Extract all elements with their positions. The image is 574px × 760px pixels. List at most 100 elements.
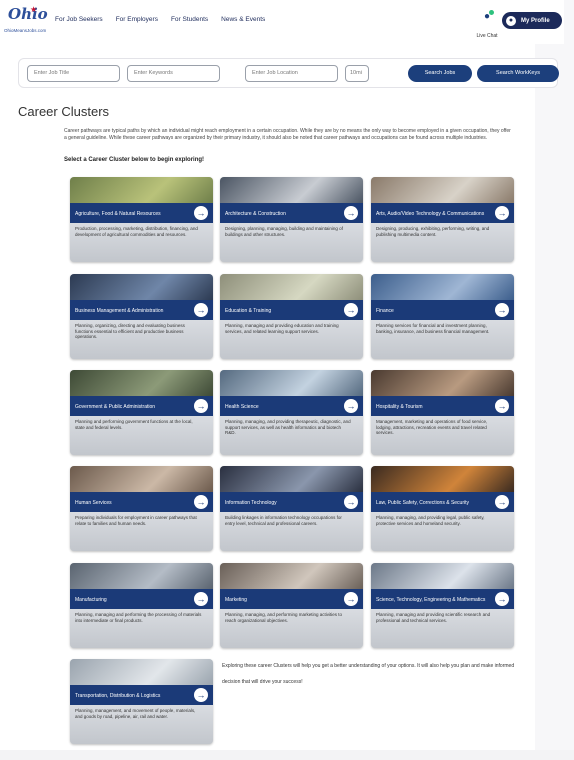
nav-employers[interactable]: For Employers bbox=[116, 16, 158, 23]
career-cluster-card[interactable]: Human Services → Preparing individuals for… bbox=[70, 466, 213, 551]
cluster-title-band: Manufacturing → bbox=[70, 589, 213, 609]
arrow-right-icon[interactable]: → bbox=[344, 495, 358, 509]
career-cluster-card[interactable]: Agriculture, Food & Natural Resources → Pr… bbox=[70, 177, 213, 262]
career-cluster-card[interactable]: Marketing → Planning, managing, and perfor… bbox=[220, 563, 363, 648]
cluster-description: Planning, managing and providing scienti… bbox=[376, 612, 491, 623]
cluster-photo bbox=[220, 466, 363, 492]
cluster-name: Science, Technology, Engineering & Mathe… bbox=[376, 597, 486, 603]
arrow-right-icon[interactable]: → bbox=[344, 303, 358, 317]
cluster-description: Designing, planning, managing, building … bbox=[225, 226, 343, 237]
cluster-photo bbox=[70, 563, 213, 589]
cluster-name: Marketing bbox=[225, 597, 247, 603]
logo-mark: Ohio bbox=[8, 5, 48, 23]
cluster-description: Preparing individuals for employment in … bbox=[75, 515, 197, 526]
cluster-name: Finance bbox=[376, 308, 394, 314]
cluster-photo bbox=[70, 659, 213, 685]
arrow-right-icon[interactable]: → bbox=[495, 206, 509, 220]
keywords-input[interactable]: Enter Keywords bbox=[127, 65, 220, 82]
page-footer-gap bbox=[0, 750, 574, 760]
cluster-name: Information Technology bbox=[225, 500, 277, 506]
cluster-name: Business Management & Administration bbox=[75, 308, 164, 314]
cluster-title-band: Science, Technology, Engineering & Mathe… bbox=[371, 589, 514, 609]
arrow-right-icon[interactable]: → bbox=[194, 688, 208, 702]
cluster-title-band: Health Science → bbox=[220, 396, 363, 416]
arrow-right-icon[interactable]: → bbox=[344, 399, 358, 413]
cluster-name: Arts, Audio/Video Technology & Communica… bbox=[376, 211, 485, 217]
main-nav: For Job Seekers For Employers For Studen… bbox=[55, 16, 265, 23]
intro-paragraph: Career pathways are typical paths by whi… bbox=[64, 128, 511, 141]
career-cluster-card[interactable]: Arts, Audio/Video Technology & Communica… bbox=[371, 177, 514, 262]
career-cluster-card[interactable]: Education & Training → Planning, managing … bbox=[220, 274, 363, 359]
radius-select[interactable]: 10mi bbox=[345, 65, 369, 82]
cluster-description: Planning, managing, and performing marke… bbox=[225, 612, 343, 623]
arrow-right-icon[interactable]: → bbox=[344, 206, 358, 220]
nav-news-events[interactable]: News & Events bbox=[221, 16, 265, 23]
nav-job-seekers[interactable]: For Job Seekers bbox=[55, 16, 103, 23]
arrow-right-icon[interactable]: → bbox=[194, 303, 208, 317]
user-avatar-icon: ● bbox=[506, 15, 516, 26]
career-cluster-card[interactable]: Hospitality & Tourism → Management, market… bbox=[371, 370, 514, 455]
cluster-photo bbox=[220, 563, 363, 589]
arrow-right-icon[interactable]: → bbox=[344, 592, 358, 606]
live-chat-label: Live Chat bbox=[476, 33, 498, 39]
career-cluster-card[interactable]: Information Technology → Building linkages… bbox=[220, 466, 363, 551]
arrow-right-icon[interactable]: → bbox=[495, 592, 509, 606]
cluster-photo bbox=[371, 563, 514, 589]
nav-students[interactable]: For Students bbox=[171, 16, 208, 23]
cluster-title-band: Arts, Audio/Video Technology & Communica… bbox=[371, 203, 514, 223]
cluster-photo bbox=[220, 370, 363, 396]
cluster-description: Designing, producing, exhibiting, perfor… bbox=[376, 226, 490, 237]
cluster-title-band: Finance → bbox=[371, 300, 514, 320]
chat-online-indicator bbox=[489, 10, 494, 15]
cluster-title-band: Human Services → bbox=[70, 492, 213, 512]
outro-paragraph: Exploring these career Clusters will hel… bbox=[222, 663, 515, 685]
arrow-right-icon[interactable]: → bbox=[495, 303, 509, 317]
cluster-title-band: Hospitality & Tourism → bbox=[371, 396, 514, 416]
cluster-name: Government & Public Administration bbox=[75, 404, 156, 410]
arrow-right-icon[interactable]: → bbox=[194, 495, 208, 509]
search-workkeys-button[interactable]: Search WorkKeys bbox=[477, 65, 559, 82]
career-cluster-card[interactable]: Manufacturing → Planning, managing and per… bbox=[70, 563, 213, 648]
logo-subtitle: OhioMeansJobs.com bbox=[4, 28, 47, 33]
cluster-photo bbox=[371, 274, 514, 300]
arrow-right-icon[interactable]: → bbox=[495, 495, 509, 509]
my-profile-label: My Profile bbox=[521, 17, 550, 24]
cluster-photo bbox=[70, 177, 213, 203]
cluster-description: Building linkages in information technol… bbox=[225, 515, 342, 526]
cluster-photo bbox=[371, 370, 514, 396]
job-title-input[interactable]: Enter Job Title bbox=[27, 65, 120, 82]
career-cluster-card[interactable]: Transportation, Distribution & Logistics… bbox=[70, 659, 213, 744]
arrow-right-icon[interactable]: → bbox=[495, 399, 509, 413]
site-header: Ohio ★ OhioMeansJobs.com For Job Seekers… bbox=[0, 0, 564, 44]
page-gutter bbox=[535, 0, 574, 760]
search-jobs-button[interactable]: Search Jobs bbox=[408, 65, 472, 82]
career-cluster-card[interactable]: Health Science → Planning, managing, and p… bbox=[220, 370, 363, 455]
job-search-bar: Enter Job Title Enter Keywords in Enter … bbox=[18, 58, 559, 88]
cluster-name: Architecture & Construction bbox=[225, 211, 286, 217]
career-cluster-card[interactable]: Business Management & Administration → Pla… bbox=[70, 274, 213, 359]
cluster-photo bbox=[70, 274, 213, 300]
cluster-description: Planning and performing government funct… bbox=[75, 419, 193, 430]
cluster-photo bbox=[371, 177, 514, 203]
my-profile-button[interactable]: ● My Profile bbox=[502, 12, 562, 29]
career-cluster-card[interactable]: Law, Public Safety, Corrections & Securi… bbox=[371, 466, 514, 551]
ohio-logo[interactable]: Ohio ★ OhioMeansJobs.com bbox=[4, 5, 48, 39]
arrow-right-icon[interactable]: → bbox=[194, 592, 208, 606]
career-cluster-card[interactable]: Science, Technology, Engineering & Mathe… bbox=[371, 563, 514, 648]
career-cluster-card[interactable]: Government & Public Administration → Plann… bbox=[70, 370, 213, 455]
cluster-description: Planning, managing, and providing legal,… bbox=[376, 515, 485, 526]
cluster-name: Health Science bbox=[225, 404, 259, 410]
cluster-name: Agriculture, Food & Natural Resources bbox=[75, 211, 161, 217]
cluster-description: Planning, management, and movement of pe… bbox=[75, 708, 196, 719]
live-chat-button[interactable]: ● Live Chat bbox=[475, 10, 499, 39]
cluster-photo bbox=[70, 466, 213, 492]
chat-bubble-icon: ● bbox=[483, 11, 491, 22]
cluster-photo bbox=[220, 177, 363, 203]
career-cluster-card[interactable]: Architecture & Construction → Designing, p… bbox=[220, 177, 363, 262]
arrow-right-icon[interactable]: → bbox=[194, 399, 208, 413]
cluster-title-band: Business Management & Administration → bbox=[70, 300, 213, 320]
arrow-right-icon[interactable]: → bbox=[194, 206, 208, 220]
career-cluster-card[interactable]: Finance → Planning services for financial … bbox=[371, 274, 514, 359]
job-location-input[interactable]: Enter Job Location bbox=[245, 65, 338, 82]
cluster-description: Planning, managing and performing the pr… bbox=[75, 612, 202, 623]
